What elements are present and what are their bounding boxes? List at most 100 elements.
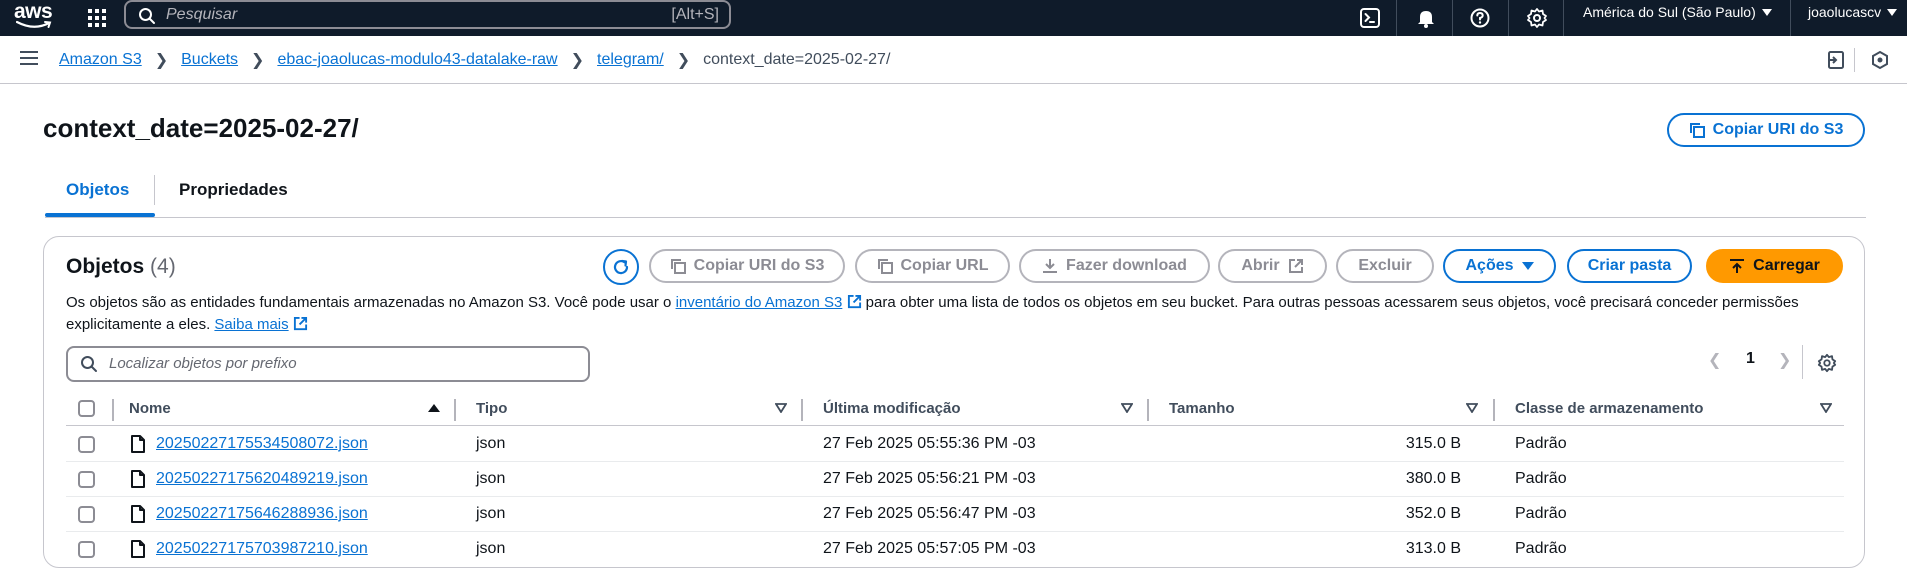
- table-row[interactable]: 20250227175620489219.json json 27 Feb 20…: [66, 462, 1844, 497]
- tab-properties[interactable]: Propriedades: [179, 180, 288, 200]
- table-settings-icon[interactable]: [1817, 353, 1837, 373]
- download-icon: [1043, 259, 1058, 273]
- object-storage-class: Padrão: [1515, 540, 1567, 557]
- open-label: Abrir: [1241, 257, 1280, 274]
- delete-button[interactable]: Excluir: [1336, 249, 1434, 283]
- copy-uri-button[interactable]: Copiar URI do S3: [649, 249, 845, 283]
- download-button[interactable]: Fazer download: [1019, 249, 1210, 283]
- region-label: América do Sul (São Paulo): [1583, 4, 1756, 20]
- column-type[interactable]: Tipo: [476, 400, 507, 417]
- column-name[interactable]: Nome: [129, 400, 171, 417]
- tab-list: Objetos Propriedades: [45, 168, 1866, 218]
- caret-down-icon: [1887, 9, 1898, 16]
- column-last-modified[interactable]: Última modificação: [823, 400, 961, 417]
- object-storage-class: Padrão: [1515, 505, 1567, 522]
- copy-url-button[interactable]: Copiar URL: [855, 249, 1010, 283]
- create-folder-button[interactable]: Criar pasta: [1567, 249, 1692, 283]
- object-type: json: [476, 435, 506, 452]
- side-panel-icon[interactable]: [1826, 50, 1846, 70]
- aws-smile-icon: [16, 20, 52, 28]
- shield-icon[interactable]: [1870, 50, 1890, 70]
- help-icon[interactable]: [1466, 4, 1494, 32]
- object-name-link[interactable]: 20250227175646288936.json: [156, 505, 368, 523]
- download-label: Fazer download: [1066, 257, 1187, 274]
- row-checkbox[interactable]: [78, 541, 95, 558]
- aws-logo[interactable]: aws: [14, 1, 56, 31]
- cloudshell-icon[interactable]: [1356, 4, 1384, 32]
- object-name-link[interactable]: 20250227175703987210.json: [156, 540, 368, 558]
- objects-heading: Objetos (4): [66, 255, 176, 279]
- account-menu[interactable]: joaolucascv: [1808, 4, 1898, 20]
- file-icon: [131, 435, 145, 453]
- learn-more-link[interactable]: Saiba mais: [214, 316, 288, 333]
- refresh-button[interactable]: [603, 249, 639, 285]
- gear-icon[interactable]: [1523, 4, 1551, 32]
- page-number[interactable]: 1: [1746, 350, 1755, 368]
- column-divider: [1493, 399, 1495, 421]
- object-name-link[interactable]: 20250227175534508072.json: [156, 435, 368, 453]
- table-row[interactable]: 20250227175534508072.json json 27 Feb 20…: [66, 427, 1844, 462]
- select-all-checkbox[interactable]: [78, 400, 95, 417]
- file-icon: [131, 470, 145, 488]
- column-size[interactable]: Tamanho: [1169, 400, 1235, 417]
- row-checkbox[interactable]: [78, 436, 95, 453]
- breadcrumb-amazon-s3[interactable]: Amazon S3: [59, 51, 142, 69]
- breadcrumb-current: context_date=2025-02-27/: [703, 51, 891, 68]
- sort-icon[interactable]: [1121, 403, 1133, 413]
- object-type: json: [476, 505, 506, 522]
- object-storage-class: Padrão: [1515, 470, 1567, 487]
- table-row[interactable]: 20250227175703987210.json json 27 Feb 20…: [66, 532, 1844, 567]
- delete-label: Excluir: [1358, 257, 1412, 274]
- object-name-link[interactable]: 20250227175620489219.json: [156, 470, 368, 488]
- page-title: context_date=2025-02-27/: [43, 113, 359, 143]
- global-search-input[interactable]: Pesquisar [Alt+S]: [124, 0, 731, 29]
- caret-down-icon: [1761, 9, 1772, 16]
- menu-icon[interactable]: [20, 50, 38, 66]
- chevron-right-icon: ❯: [570, 52, 585, 69]
- prefix-search-input[interactable]: Localizar objetos por prefixo: [66, 346, 590, 382]
- inventory-link[interactable]: inventário do Amazon S3: [676, 294, 843, 311]
- object-modified: 27 Feb 2025 05:57:05 PM -03: [823, 540, 1036, 557]
- prefix-search-placeholder: Localizar objetos por prefixo: [109, 355, 297, 372]
- breadcrumb-buckets[interactable]: Buckets: [181, 51, 238, 69]
- copy-uri-header-button[interactable]: Copiar URI do S3: [1667, 113, 1865, 147]
- upload-button[interactable]: Carregar: [1706, 249, 1843, 283]
- object-size: 315.0 B: [1405, 435, 1461, 452]
- refresh-icon: [613, 259, 629, 275]
- divider: [1854, 48, 1855, 72]
- search-shortcut: [Alt+S]: [671, 6, 719, 23]
- region-selector[interactable]: América do Sul (São Paulo): [1583, 4, 1772, 20]
- actions-dropdown[interactable]: Ações: [1443, 249, 1556, 283]
- copy-icon: [877, 259, 893, 274]
- tab-objects[interactable]: Objetos: [66, 180, 129, 200]
- object-size: 313.0 B: [1405, 540, 1461, 557]
- sort-icon[interactable]: [1466, 403, 1478, 413]
- sort-ascending-icon[interactable]: [428, 403, 440, 413]
- breadcrumb-folder[interactable]: telegram/: [597, 51, 664, 69]
- top-navigation: aws Pesquisar [Alt+S] América do Sul (Sã…: [0, 0, 1907, 36]
- actions-label: Ações: [1465, 257, 1514, 274]
- object-type: json: [476, 470, 506, 487]
- copy-icon: [670, 259, 686, 274]
- column-storage-class[interactable]: Classe de armazenamento: [1515, 400, 1703, 417]
- row-checkbox[interactable]: [78, 471, 95, 488]
- breadcrumb-bucket[interactable]: ebac-joaolucas-modulo43-datalake-raw: [277, 51, 557, 69]
- table-row[interactable]: 20250227175646288936.json json 27 Feb 20…: [66, 497, 1844, 532]
- bell-icon[interactable]: [1412, 4, 1440, 32]
- external-link-icon: [293, 316, 307, 331]
- next-page-icon[interactable]: ❯: [1778, 350, 1791, 370]
- services-grid-icon[interactable]: [85, 6, 109, 30]
- object-modified: 27 Feb 2025 05:55:36 PM -03: [823, 435, 1036, 452]
- nav-divider: [1563, 0, 1564, 36]
- sort-icon[interactable]: [1820, 403, 1832, 413]
- objects-count: (4): [150, 255, 176, 278]
- previous-page-icon[interactable]: ❮: [1708, 350, 1721, 370]
- open-button[interactable]: Abrir: [1218, 249, 1327, 283]
- sort-icon[interactable]: [775, 403, 787, 413]
- tab-divider: [154, 175, 155, 205]
- object-modified: 27 Feb 2025 05:56:47 PM -03: [823, 505, 1036, 522]
- object-size: 352.0 B: [1405, 505, 1461, 522]
- row-checkbox[interactable]: [78, 506, 95, 523]
- description-text-1: Os objetos são as entidades fundamentais…: [66, 294, 676, 311]
- copy-uri-header-label: Copiar URI do S3: [1712, 121, 1844, 138]
